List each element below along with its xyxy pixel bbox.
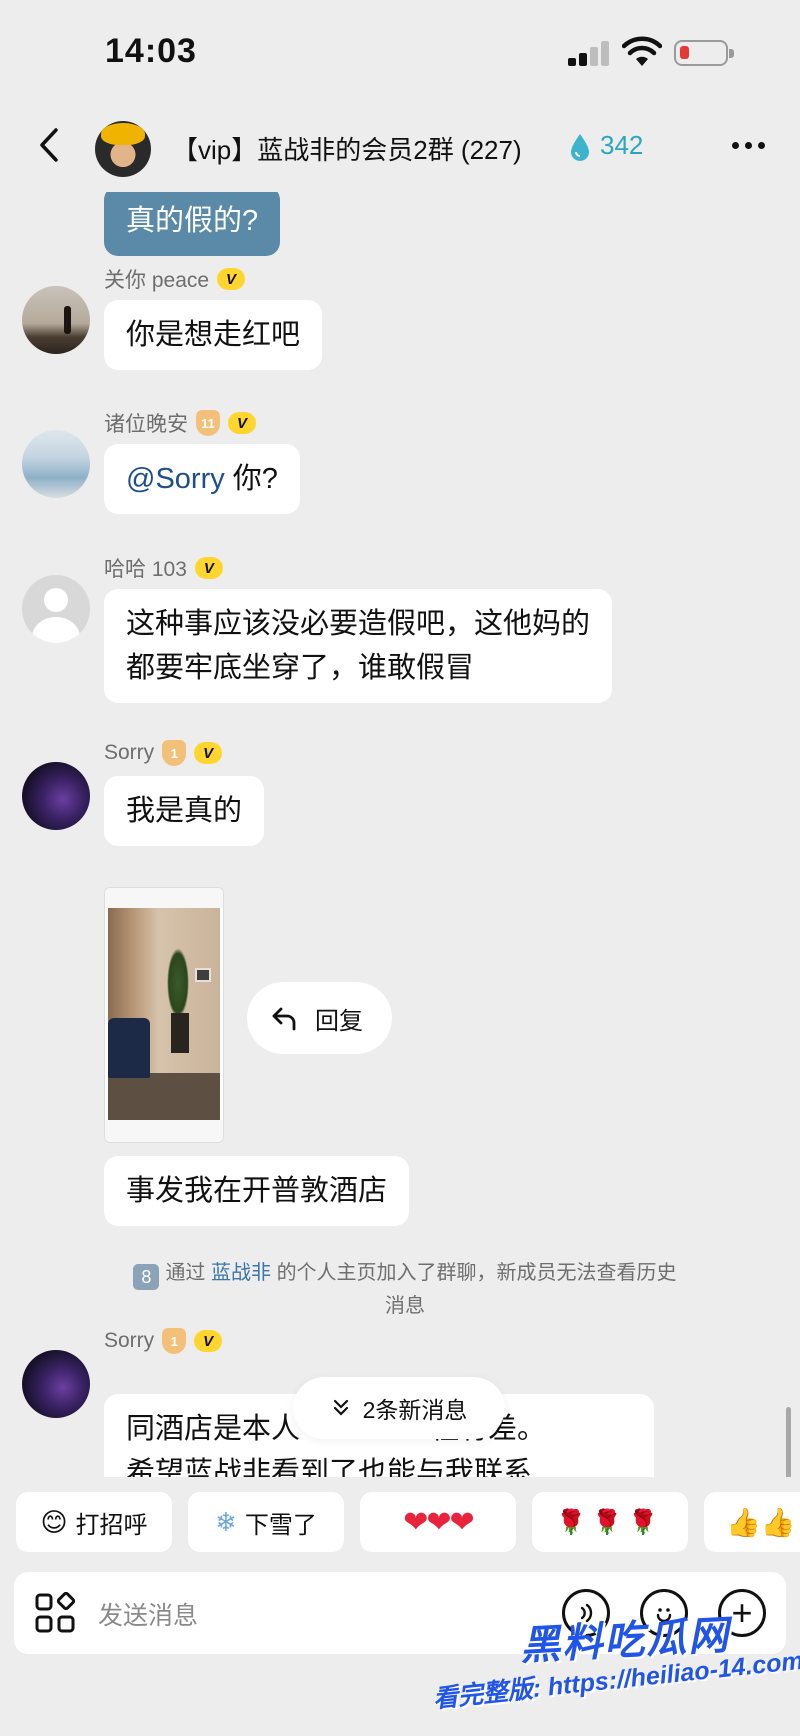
message-bubble[interactable]: 事发我在开普敦酒店 bbox=[104, 1156, 410, 1226]
group-title[interactable]: 【vip】蓝战非的会员2群 (227) bbox=[172, 130, 522, 167]
water-drop-icon bbox=[571, 134, 589, 161]
message-bubble[interactable]: 我是真的 bbox=[104, 776, 265, 846]
sender-name: Sorry 1 V bbox=[104, 740, 223, 766]
sender-name: 诸位晚安 11 V bbox=[104, 408, 256, 438]
new-messages-button[interactable]: 2条新消息 bbox=[293, 1377, 505, 1439]
new-messages-label: 2条新消息 bbox=[362, 1397, 468, 1423]
group-avatar[interactable] bbox=[95, 121, 151, 177]
message-text: 真的假的? bbox=[126, 205, 259, 237]
mention-link[interactable]: @Sorry bbox=[126, 463, 225, 495]
plus-icon: + bbox=[731, 1592, 753, 1633]
apps-grid-icon[interactable] bbox=[34, 1592, 76, 1634]
level-badge: 11 bbox=[196, 410, 220, 436]
message-text-line: 都要牢底坐穿了，谁敢假冒 bbox=[126, 652, 475, 684]
roses-icon: 🌹🌹🌹 bbox=[556, 1508, 664, 1536]
message-text: 你? bbox=[232, 463, 278, 495]
sender-name: 哈哈 103 V bbox=[104, 553, 223, 583]
status-time: 14:03 bbox=[105, 32, 197, 70]
thumbs-up-icon: 👍👍 bbox=[726, 1506, 796, 1538]
level-badge: 1 bbox=[162, 1328, 187, 1354]
reply-label: 回复 bbox=[315, 1007, 363, 1035]
message-list[interactable]: 真的假的? 关你 peace V 你是想走红吧 诸位晚安 11 V @Sorry… bbox=[0, 192, 800, 1477]
sender-name: Sorry 1 V bbox=[104, 1328, 223, 1354]
message-text-line: 这种事应该没必要造假吧，这他妈的 bbox=[126, 608, 591, 640]
notice-badge: 8 bbox=[133, 1264, 160, 1290]
avatar[interactable] bbox=[22, 430, 90, 498]
vip-badge: V bbox=[228, 412, 256, 434]
group-score: 342 bbox=[600, 130, 644, 160]
double-chevron-down-icon bbox=[333, 1399, 348, 1416]
vip-badge: V bbox=[194, 742, 223, 764]
quick-reply-roses[interactable]: 🌹🌹🌹 bbox=[532, 1492, 688, 1552]
avatar[interactable] bbox=[22, 286, 90, 354]
message-bubble[interactable]: 真的假的? bbox=[104, 192, 281, 256]
level-badge: 1 bbox=[162, 740, 187, 766]
vip-badge: V bbox=[217, 268, 246, 290]
more-options-icon[interactable] bbox=[732, 130, 772, 160]
hearts-icon: ❤❤❤ bbox=[403, 1505, 474, 1539]
wifi-icon bbox=[622, 36, 662, 66]
message-text: 我是真的 bbox=[126, 795, 243, 827]
back-arrow-icon[interactable] bbox=[28, 120, 72, 170]
image-message[interactable] bbox=[104, 887, 224, 1143]
message-input[interactable]: 发送消息 bbox=[98, 1596, 198, 1632]
sender-name: 关你 peace V bbox=[104, 264, 246, 294]
reply-arrow-icon bbox=[272, 1007, 296, 1031]
quick-reply-hearts[interactable]: ❤❤❤ bbox=[360, 1492, 516, 1552]
quick-reply-thumbs[interactable]: 👍👍 bbox=[704, 1492, 800, 1552]
quick-reply-bar: 😊 打招呼 ❄ 下雪了 ❤❤❤ 🌹🌹🌹 👍👍 bbox=[0, 1478, 800, 1564]
scrollbar[interactable] bbox=[786, 1407, 791, 1477]
message-text-line: 希望蓝战非看到了也能与我联系 bbox=[126, 1457, 533, 1477]
quick-reply-snow[interactable]: ❄ 下雪了 bbox=[188, 1492, 344, 1552]
reply-button[interactable]: 回复 bbox=[247, 982, 392, 1054]
vip-badge: V bbox=[194, 1330, 223, 1352]
battery-icon bbox=[674, 40, 734, 66]
message-bubble[interactable]: 你是想走红吧 bbox=[104, 300, 323, 370]
wave-emoji-icon: 😊 bbox=[40, 1506, 68, 1537]
chat-header: 【vip】蓝战非的会员2群 (227) 342 bbox=[0, 100, 800, 192]
message-bubble[interactable]: @Sorry 你? bbox=[104, 444, 300, 514]
snowflake-icon: ❄ bbox=[215, 1506, 237, 1537]
message-text: 你是想走红吧 bbox=[126, 319, 301, 351]
quick-reply-greet[interactable]: 😊 打招呼 bbox=[16, 1492, 172, 1552]
cellular-signal-icon bbox=[568, 40, 610, 66]
vip-badge: V bbox=[194, 557, 223, 579]
avatar[interactable] bbox=[22, 1350, 90, 1418]
message-bubble[interactable]: 这种事应该没必要造假吧，这他妈的 都要牢底坐穿了，谁敢假冒 bbox=[104, 589, 613, 703]
avatar[interactable] bbox=[22, 575, 90, 643]
status-bar: 14:03 bbox=[0, 0, 800, 100]
notice-user-link[interactable]: 蓝战非 bbox=[211, 1262, 271, 1284]
message-text: 事发我在开普敦酒店 bbox=[126, 1175, 388, 1207]
system-notice: 8 通过 蓝战非 的个人主页加入了群聊，新成员无法查看历史 消息 bbox=[95, 1257, 715, 1322]
avatar[interactable] bbox=[22, 762, 90, 830]
